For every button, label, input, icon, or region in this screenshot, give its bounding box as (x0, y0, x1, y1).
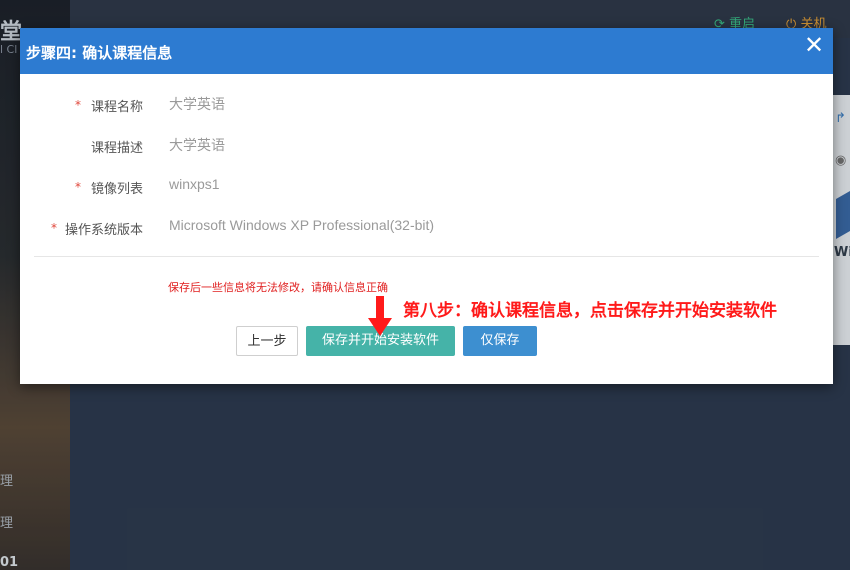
previous-step-button[interactable]: 上一步 (236, 326, 298, 356)
field-value: 大学英语 (169, 137, 225, 153)
field-image-list: * 镜像列表 winxps1 (20, 176, 833, 200)
field-value: winxps1 (169, 176, 220, 192)
close-icon[interactable]: ✕ (803, 33, 825, 57)
field-label: 操作系统版本 (64, 223, 143, 238)
warning-text: 保存后一些信息将无法修改，请确认信息正确 (168, 281, 388, 294)
save-only-button[interactable]: 仅保存 (463, 326, 537, 356)
field-value: Microsoft Windows XP Professional(32-bit… (169, 217, 435, 233)
field-os-version: * 操作系统版本 Microsoft Windows XP Profession… (20, 217, 833, 241)
field-course-description: 课程描述 大学英语 (20, 137, 833, 159)
field-course-name: * 课程名称 大学英语 (20, 96, 833, 118)
field-label: 课程描述 (90, 141, 143, 156)
dialog-header: 步骤四: 确认课程信息 ✕ (20, 28, 833, 74)
field-label: 课程名称 (90, 100, 143, 115)
dialog-title: 步骤四: 确认课程信息 (26, 44, 173, 62)
divider (34, 256, 819, 257)
required-marker: * (51, 221, 57, 235)
confirm-course-dialog: 步骤四: 确认课程信息 ✕ * 课程名称 大学英语 课程描述 大学英语 * 镜像… (20, 28, 833, 384)
arrow-down-icon (368, 296, 392, 336)
field-value: 大学英语 (169, 96, 225, 112)
field-label: 镜像列表 (90, 182, 143, 197)
tutorial-annotation: 第八步：确认课程信息，点击保存并开始安装软件 (403, 301, 777, 321)
required-marker: * (75, 98, 81, 112)
required-marker: * (75, 180, 81, 194)
